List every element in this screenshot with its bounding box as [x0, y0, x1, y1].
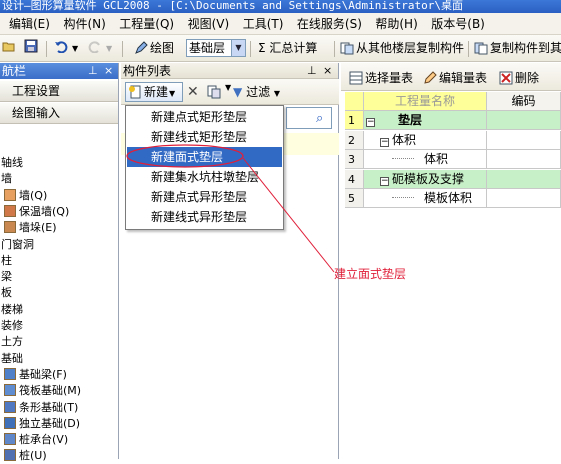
annotation-text: 建立面式垫层 [334, 267, 407, 281]
annotation-overlay [126, 144, 335, 273]
annotation-line [242, 157, 335, 273]
annotation-ellipse [126, 144, 244, 168]
